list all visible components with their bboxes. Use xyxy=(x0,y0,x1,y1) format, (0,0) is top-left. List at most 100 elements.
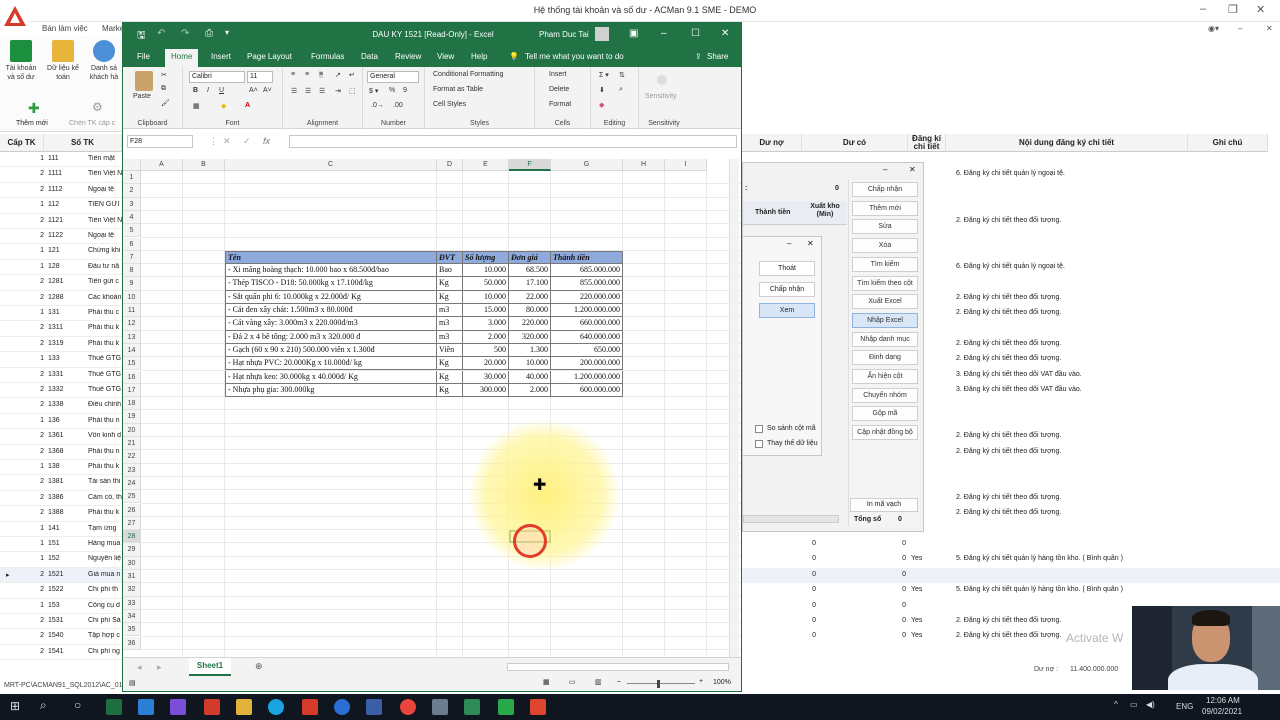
dialog-button-5[interactable]: Tìm kiếm theo cột xyxy=(852,275,918,291)
underline-icon[interactable]: U xyxy=(219,87,224,94)
column-header-C[interactable]: C xyxy=(225,159,437,171)
dialog-minimize-icon[interactable]: – xyxy=(883,165,887,174)
menu-marketing[interactable]: Marke xyxy=(102,24,124,33)
row-header[interactable]: 14 xyxy=(123,343,141,358)
copy-icon[interactable]: ⧉ xyxy=(161,85,166,93)
account-row[interactable]: 1 111 Tiền mặt xyxy=(0,152,122,168)
table-cell[interactable]: 3.000 xyxy=(463,317,509,331)
chrome-taskbar-icon[interactable] xyxy=(400,699,416,715)
dialog-hscroll[interactable] xyxy=(743,515,839,523)
enter-icon[interactable]: ✓ xyxy=(243,136,251,147)
table-cell[interactable]: - Nhựa phụ gia: 300.000kg xyxy=(225,383,437,398)
account-row[interactable]: 2 1368 Phải thu n xyxy=(0,445,122,460)
exit-button[interactable]: Thoát xyxy=(759,261,815,276)
table-cell[interactable]: - Đá 2 x 4 bê tông: 2.000 m3 x 320.000 đ xyxy=(225,330,437,344)
dialog-button-4[interactable]: Tìm kiếm xyxy=(852,256,918,272)
bold-icon[interactable]: B xyxy=(193,87,198,94)
grow-font-icon[interactable]: A˄ xyxy=(249,87,258,94)
menu-lam-viec[interactable]: Bán làm việc xyxy=(42,24,88,33)
fx-icon[interactable]: fx xyxy=(263,136,270,146)
find-select-icon[interactable]: ⌕ xyxy=(619,86,623,94)
table-cell[interactable]: 320.000 xyxy=(509,330,551,344)
table-cell[interactable]: 17.100 xyxy=(509,277,551,291)
account-row[interactable]: 2 1281 Tiền gửi c xyxy=(0,275,122,291)
table-cell[interactable]: 650.000 xyxy=(551,343,623,358)
align-left-icon[interactable]: ☰ xyxy=(291,87,297,95)
account-row[interactable]: 1 128 Đầu tư nă xyxy=(0,260,122,276)
clock-time[interactable]: 12:06 AM xyxy=(1206,696,1240,705)
name-box[interactable]: F28 xyxy=(127,135,193,148)
table-cell[interactable]: 500 xyxy=(463,343,509,358)
compare-code-checkbox[interactable] xyxy=(755,425,763,433)
tab-formulas[interactable]: Formulas xyxy=(311,52,344,61)
dialog-button-11[interactable]: Chuyển nhóm xyxy=(852,387,918,403)
account-row[interactable]: ▸ 2 1521 Giá mua n xyxy=(0,567,122,584)
help-icon[interactable]: ◉▾ xyxy=(1208,24,1219,33)
tab-insert[interactable]: Insert xyxy=(211,52,231,61)
subdialog-close-icon[interactable]: ✕ xyxy=(807,239,814,248)
input-language[interactable]: ENG xyxy=(1176,702,1193,711)
table-cell[interactable]: 80.000 xyxy=(509,304,551,318)
task-view-icon[interactable]: ○ xyxy=(74,698,81,712)
table-header-cell[interactable]: Đơn giá xyxy=(509,250,551,265)
close-icon[interactable]: ✕ xyxy=(1256,3,1265,16)
account-row[interactable]: 2 1522 Chi phí th xyxy=(0,583,122,599)
table-header-cell[interactable]: Thành tiền xyxy=(551,250,623,265)
excel-minimize-icon[interactable]: – xyxy=(661,28,667,39)
table-cell[interactable]: 220.000.000 xyxy=(551,290,623,304)
tray-arrow-icon[interactable]: ^ xyxy=(1114,700,1118,709)
col-xuat-kho[interactable]: Xuất kho (Min) xyxy=(805,203,845,219)
row-header[interactable]: 22 xyxy=(123,450,141,464)
comma-icon[interactable]: 9 xyxy=(403,87,407,94)
row-header[interactable]: 21 xyxy=(123,437,141,451)
column-header-E[interactable]: E xyxy=(463,159,509,171)
row-header[interactable]: 1 xyxy=(123,171,141,185)
format-as-table-button[interactable]: Format as Table xyxy=(433,86,483,93)
table-cell[interactable]: 20.000 xyxy=(463,357,509,371)
format-painter-icon[interactable]: 🖌 xyxy=(161,99,170,107)
page-break-view-icon[interactable]: ▥ xyxy=(595,678,602,686)
add-sheet-icon[interactable]: ⊕ xyxy=(255,661,263,672)
table-cell[interactable]: - Hạt nhựa PVC: 20.000Kg x 10.000đ/ kg xyxy=(225,357,437,371)
row-header[interactable]: 2 xyxy=(123,184,141,198)
account-row[interactable]: 1 138 Phải thu k xyxy=(0,460,122,476)
col-noi-dung[interactable]: Nội dung đăng ký chi tiết xyxy=(946,134,1188,152)
wrap-text-icon[interactable]: ↵ xyxy=(349,71,355,79)
tell-me-box[interactable]: Tell me what you want to do xyxy=(525,52,624,61)
account-row[interactable]: 2 1332 Thuế GTG xyxy=(0,383,122,399)
normal-view-icon[interactable]: ▦ xyxy=(543,678,550,686)
table-cell[interactable]: - Gạch (60 x 90 x 210) 500.000 viên x 1.… xyxy=(225,343,437,358)
column-header-H[interactable]: H xyxy=(623,159,665,171)
account-row[interactable]: 2 1381 Tài sản thi xyxy=(0,475,122,491)
zoom-out-icon[interactable]: – xyxy=(617,678,621,685)
fill-color-icon[interactable]: ◆ xyxy=(221,102,226,110)
italic-icon[interactable]: I xyxy=(207,87,209,94)
account-row[interactable]: 2 1386 Cầm cố, th xyxy=(0,491,122,507)
table-cell[interactable]: m3 xyxy=(437,304,463,318)
table-cell[interactable]: 15.000 xyxy=(463,304,509,318)
percent-icon[interactable]: % xyxy=(389,87,395,94)
table-cell[interactable]: 10.000 xyxy=(509,357,551,371)
tab-sheet1[interactable]: Sheet1 xyxy=(189,658,231,676)
font-name-select[interactable]: Calibri xyxy=(189,71,245,83)
table-cell[interactable]: 2.000 xyxy=(463,330,509,344)
row-header[interactable]: 33 xyxy=(123,596,141,610)
account-row[interactable]: 1 133 Thuế GTG xyxy=(0,352,122,368)
column-header-G[interactable]: G xyxy=(551,159,623,171)
align-bottom-icon[interactable]: ≡ xyxy=(319,71,324,78)
row-header[interactable]: 17 xyxy=(123,383,141,398)
font-size-select[interactable]: 11 xyxy=(247,71,273,83)
ribbon-minimize-icon[interactable]: – xyxy=(1238,24,1242,33)
account-row[interactable]: 1 121 Chứng khi xyxy=(0,244,122,260)
row-header[interactable]: 12 xyxy=(123,317,141,331)
clock-date[interactable]: 09/02/2021 xyxy=(1202,707,1242,716)
teams-taskbar-icon[interactable] xyxy=(170,699,186,715)
dialog-button-13[interactable]: Cập nhật đồng bộ xyxy=(852,425,918,441)
acman-taskbar-icon[interactable] xyxy=(302,699,318,715)
table-header-cell[interactable]: ĐVT xyxy=(437,250,463,265)
prev-sheet-icon[interactable]: ◂ xyxy=(137,662,142,673)
table-cell[interactable]: Viên xyxy=(437,343,463,358)
cut-icon[interactable]: ✂ xyxy=(161,71,167,79)
table-cell[interactable]: 600.000.000 xyxy=(551,383,623,398)
row-header[interactable]: 9 xyxy=(123,277,141,291)
